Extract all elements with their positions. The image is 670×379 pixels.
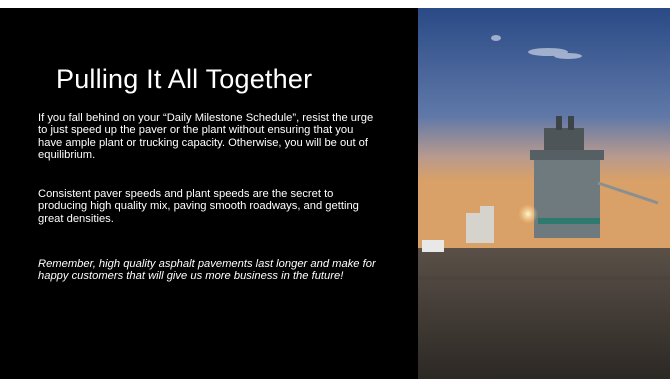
slide-frame: Pulling It All Together If you fall behi… <box>0 0 670 379</box>
paragraph-remember-quality: Remember, high quality asphalt pavements… <box>38 258 376 283</box>
slide-title: Pulling It All Together <box>56 64 313 94</box>
truck <box>422 240 444 252</box>
plant-light <box>518 204 538 224</box>
slide: Pulling It All Together If you fall behi… <box>0 8 670 379</box>
paragraph-consistent-speeds: Consistent paver speeds and plant speeds… <box>38 188 359 225</box>
asphalt-plant-photo <box>418 8 670 379</box>
paragraph-milestone-schedule: If you fall behind on your “Daily Milest… <box>38 112 374 161</box>
paved-lot <box>418 276 670 280</box>
ground <box>418 248 670 379</box>
